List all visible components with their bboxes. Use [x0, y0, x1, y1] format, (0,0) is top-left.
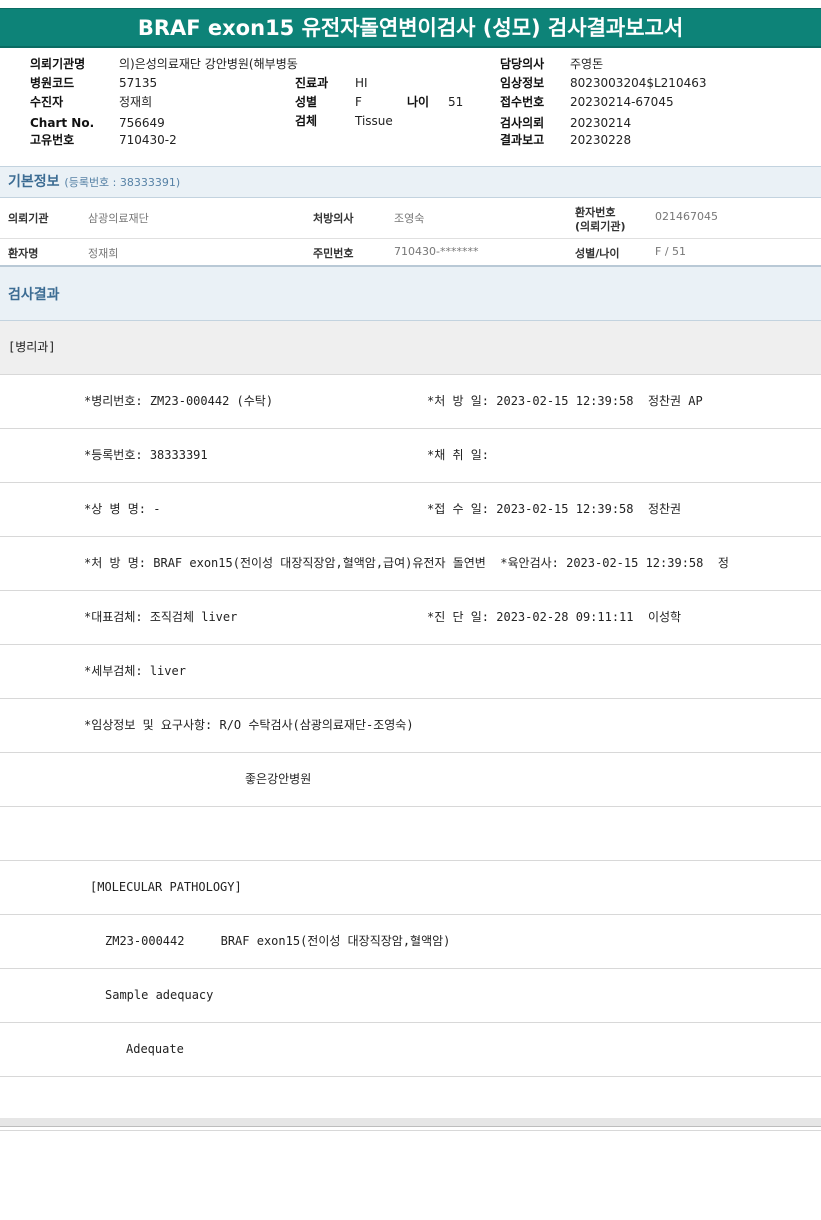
report-date-label: 결과보고 — [500, 133, 545, 147]
sex-age-label: 성별/나이 — [575, 247, 620, 260]
dept-value: HI — [355, 76, 368, 90]
result-row: *병리번호: ZM23-000442 (수탁) *처 방 일: 2023-02-1… — [0, 375, 821, 429]
result-row: *임상정보 및 요구사항: R/O 수탁검사(삼광의료재단-조영숙) — [0, 699, 821, 753]
registration-number: (등록번호 : 38333391) — [64, 176, 181, 189]
report-title: BRAF exon15 유전자돌연변이검사 (성모) 검사결과보고서 — [0, 8, 821, 48]
result-text-right: *접 수 일: 2023-02-15 12:39:58 정찬권 — [427, 502, 682, 516]
age-label: 나이 — [407, 95, 430, 109]
org-label: 의뢰기관 — [8, 212, 49, 225]
result-row: 좋은강안병원 — [0, 753, 821, 807]
hospital-code-label: 병원코드 — [30, 76, 75, 90]
patient-label: 수진자 — [30, 95, 64, 109]
result-row: [병리과] — [0, 321, 821, 375]
result-row: ZM23-000442 BRAF exon15(전이성 대장직장암,혈액암) — [0, 915, 821, 969]
result-title: 검사결과 — [8, 287, 60, 303]
basic-info-row-1: 의뢰기관 삼광의료재단 처방의사 조영숙 환자번호 (의뢰기관) 0214670… — [0, 198, 821, 239]
result-text: Adequate — [126, 1042, 184, 1056]
patient-value: 정재희 — [119, 95, 153, 109]
specimen-label: 검체 — [295, 114, 318, 128]
result-text: ZM23-000442 BRAF exon15(전이성 대장직장암,혈액암) — [105, 934, 451, 948]
doctor-value: 주영돈 — [570, 57, 604, 71]
hospital-code-value: 57135 — [119, 76, 158, 90]
result-text: *임상정보 및 요구사항: R/O 수탁검사(삼광의료재단-조영숙) — [84, 718, 414, 732]
result-row: Adequate — [0, 1023, 821, 1077]
chart-no-label: Chart No. — [30, 116, 95, 130]
result-header: 검사결과 — [0, 267, 821, 321]
prescriber-label: 처방의사 — [313, 212, 354, 225]
result-text: *상 병 명: - — [84, 502, 161, 516]
rrn-value: 710430-******* — [394, 245, 479, 258]
bottom-divider — [0, 1118, 821, 1127]
name-value: 정재희 — [88, 247, 119, 260]
receipt-value: 20230214-67045 — [570, 95, 674, 109]
rrn-label: 주민번호 — [313, 247, 354, 260]
name-label: 환자명 — [8, 247, 39, 260]
sex-value: F — [355, 95, 362, 109]
result-row: [MOLECULAR PATHOLOGY] — [0, 861, 821, 915]
result-text: *등록번호: 38333391 — [84, 448, 208, 462]
doctor-label: 담당의사 — [500, 57, 545, 71]
result-row: *등록번호: 38333391 *채 취 일: — [0, 429, 821, 483]
request-date-label: 검사의뢰 — [500, 116, 545, 130]
result-row: Sample adequacy — [0, 969, 821, 1023]
result-text-right: *진 단 일: 2023-02-28 09:11:11 이성학 — [427, 610, 682, 624]
result-text: [MOLECULAR PATHOLOGY] — [90, 880, 242, 894]
result-text: [병리과] — [8, 340, 56, 354]
result-row: *처 방 명: BRAF exon15(전이성 대장직장암,혈액암,급여)유전자… — [0, 537, 821, 591]
patient-no-value: 021467045 — [655, 210, 718, 223]
request-date-value: 20230214 — [570, 116, 632, 130]
result-text-right: *채 취 일: — [427, 448, 490, 462]
age-value: 51 — [448, 95, 464, 109]
prescriber-value: 조영숙 — [394, 212, 425, 225]
patient-no-label-sub: (의뢰기관) — [575, 220, 626, 233]
sex-label: 성별 — [295, 95, 318, 109]
basic-info-title: 기본정보 (등록번호 : 38333391) — [8, 171, 180, 191]
basic-info-title-text: 기본정보 — [8, 174, 60, 190]
result-row — [0, 807, 821, 861]
sex-age-value: F / 51 — [655, 245, 687, 258]
basic-info-header: 기본정보 (등록번호 : 38333391) — [0, 166, 821, 198]
receipt-label: 접수번호 — [500, 95, 545, 109]
result-text-right: *처 방 일: 2023-02-15 12:39:58 정찬권 AP — [427, 394, 703, 408]
clinical-value: 8023003204$L210463 — [570, 76, 707, 90]
chart-no-value: 756649 — [119, 116, 165, 130]
result-text: *처 방 명: BRAF exon15(전이성 대장직장암,혈액암,급여)유전자… — [84, 556, 729, 570]
result-row: *대표검체: 조직검체 liver *진 단 일: 2023-02-28 09:1… — [0, 591, 821, 645]
dept-label: 진료과 — [295, 76, 329, 90]
result-text: 좋은강안병원 — [245, 772, 312, 786]
basic-info-row-2: 환자명 정재희 주민번호 710430-******* 성별/나이 F / 51 — [0, 239, 821, 267]
result-row: *세부검체: liver — [0, 645, 821, 699]
request-org-label: 의뢰기관명 — [30, 57, 86, 71]
result-text: Sample adequacy — [105, 988, 214, 1002]
result-row: *상 병 명: - *접 수 일: 2023-02-15 12:39:58 정찬권 — [0, 483, 821, 537]
result-text: *세부검체: liver — [84, 664, 186, 678]
clinical-label: 임상정보 — [500, 76, 545, 90]
unique-no-label: 고유번호 — [30, 133, 75, 147]
org-value: 삼광의료재단 — [88, 212, 149, 225]
specimen-value: Tissue — [355, 114, 393, 128]
result-text: *병리번호: ZM23-000442 (수탁) — [84, 394, 274, 408]
report-date-value: 20230228 — [570, 133, 632, 147]
request-org-value: 의)은성의료재단 강안병원(해부병동 — [119, 57, 298, 71]
unique-no-value: 710430-2 — [119, 133, 177, 147]
result-text: *대표검체: 조직검체 liver — [84, 610, 238, 624]
